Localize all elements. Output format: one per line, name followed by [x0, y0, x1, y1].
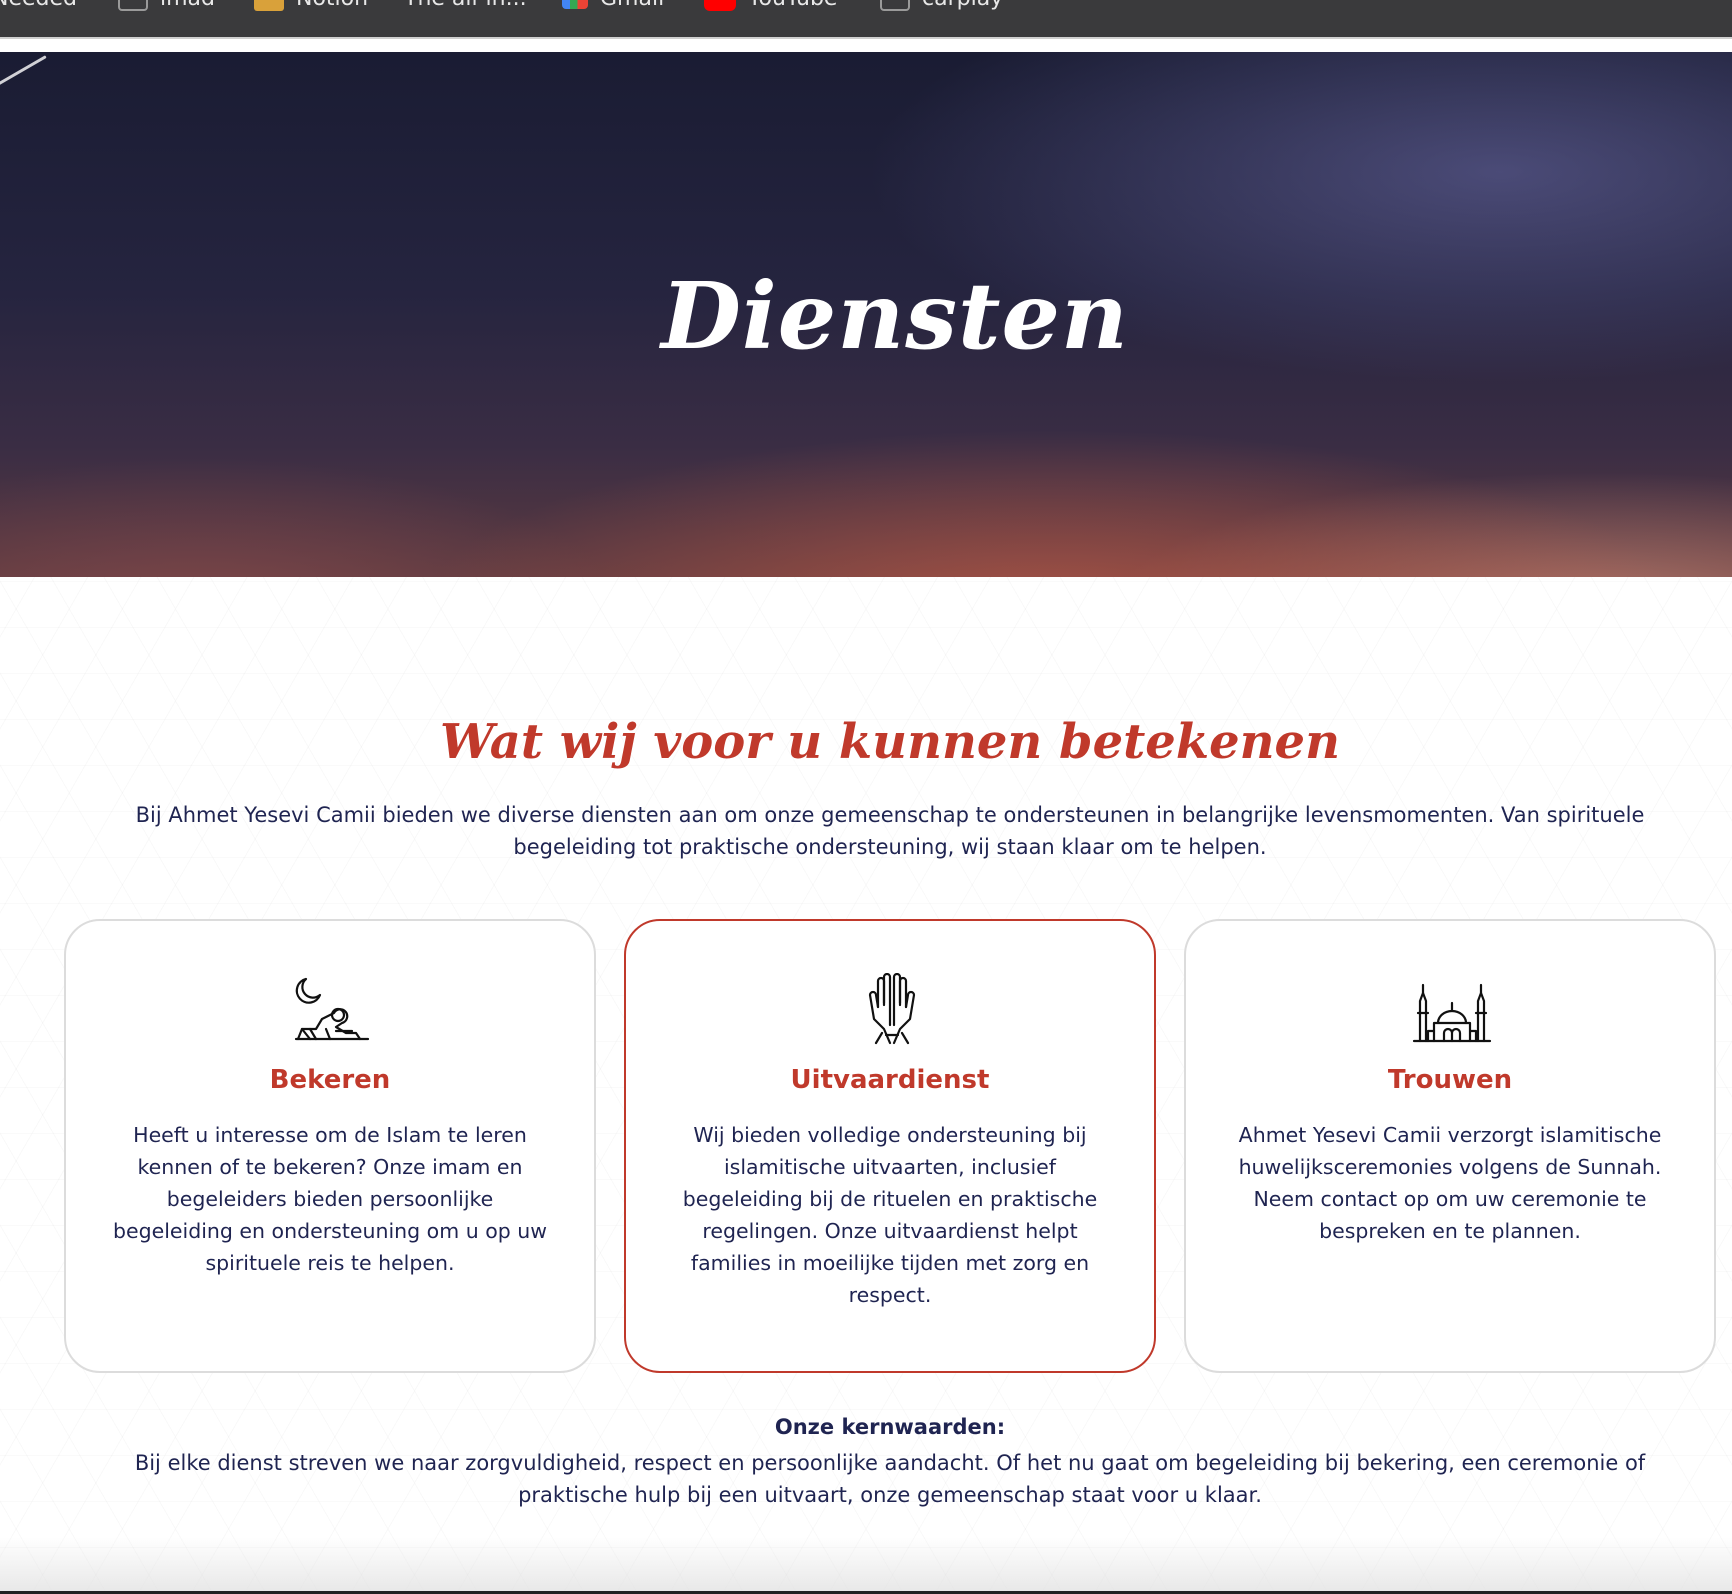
card-title: Trouwen [1387, 1065, 1513, 1095]
card-text: Ahmet Yesevi Camii verzorgt islamitische… [1238, 1123, 1662, 1243]
bookmark-label: Notion [296, 0, 368, 11]
values-heading: Onze kernwaarden: [774, 1415, 1006, 1439]
card-text: Heeft u interesse om de Islam te leren k… [112, 1123, 548, 1275]
bookmark-label: The all-in... [404, 0, 527, 11]
folder-icon [118, 0, 148, 11]
bookmark-needed[interactable]: Needed [0, 0, 77, 11]
values-text: Bij elke dienst streven we naar zorgvuld… [134, 1451, 1646, 1507]
bookmark-label: Needed [0, 0, 77, 11]
bookmark-gmail[interactable]: Gmail [562, 0, 664, 11]
praying-person-moon-icon [294, 977, 370, 1041]
bookmark-all-in[interactable]: The all-in... [404, 0, 527, 11]
bottom-fade [0, 1537, 1732, 1594]
bookmark-label: imad [160, 0, 215, 11]
gmail-icon [562, 0, 588, 9]
hero-banner: Diensten [0, 52, 1732, 577]
notion-icon [254, 0, 284, 11]
praying-hands-icon [868, 973, 916, 1045]
service-card-uitvaardienst[interactable]: Uitvaardienst Wij bieden volledige onder… [624, 919, 1156, 1373]
bookmarks-bar: Needed imad Notion The all-in... Gmail Y… [0, 0, 1732, 37]
service-card-trouwen[interactable]: Trouwen Ahmet Yesevi Camii verzorgt isla… [1184, 919, 1716, 1373]
hero-light-streak [0, 55, 47, 88]
page-top-strip [0, 37, 1732, 52]
section-heading: Wat wij voor u kunnen betekenen [440, 714, 1340, 770]
mosque-icon [1412, 983, 1492, 1043]
page-title: Diensten [661, 262, 1129, 370]
bookmark-imad[interactable]: imad [118, 0, 215, 11]
card-title: Bekeren [269, 1065, 391, 1095]
section-intro: Bij Ahmet Yesevi Camii bieden we diverse… [135, 803, 1645, 859]
card-title: Uitvaardienst [790, 1065, 990, 1095]
card-text: Wij bieden volledige ondersteuning bij i… [682, 1123, 1098, 1307]
services-section: Wat wij voor u kunnen betekenen Bij Ahme… [0, 577, 1732, 1594]
service-card-bekeren[interactable]: Bekeren Heeft u interesse om de Islam te… [64, 919, 596, 1373]
service-cards: Bekeren Heeft u interesse om de Islam te… [64, 919, 1716, 1375]
bookmark-label: YouTube [748, 0, 837, 11]
bookmark-label: carplay [922, 0, 1003, 11]
bookmark-notion[interactable]: Notion [254, 0, 368, 11]
bookmark-label: Gmail [600, 0, 664, 11]
bookmark-youtube[interactable]: YouTube [704, 0, 837, 11]
youtube-icon [704, 0, 736, 11]
bookmark-carplay[interactable]: carplay [880, 0, 1003, 11]
folder-icon [880, 0, 910, 11]
